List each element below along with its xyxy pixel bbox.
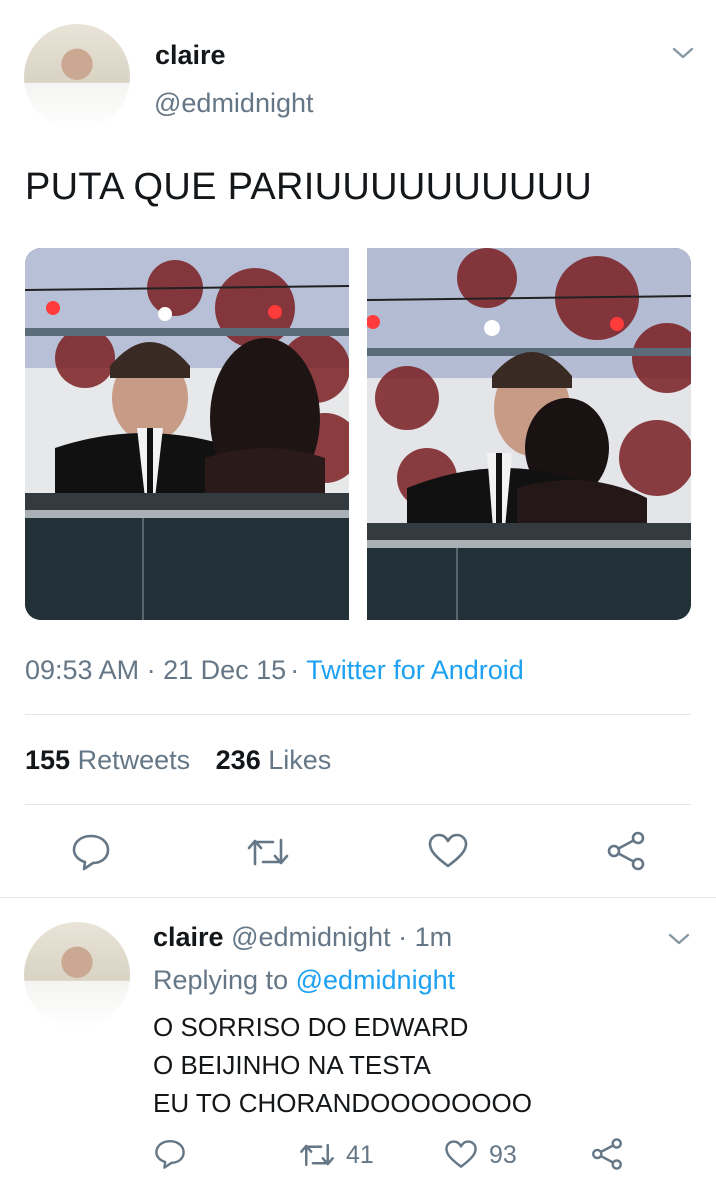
retweets-count: 155 (25, 745, 71, 775)
retweets-label: Retweets (77, 745, 191, 775)
author-handle[interactable]: @edmidnight (154, 88, 314, 119)
replying-to-handle[interactable]: @edmidnight (296, 965, 456, 995)
share-icon[interactable] (605, 830, 647, 872)
replying-to-label: Replying to (153, 965, 289, 995)
tweet-text: PUTA QUE PARIUUUUUUUUUU (25, 166, 593, 208)
reply-author-name[interactable]: claire (153, 922, 224, 952)
reply-text-line: O SORRISO DO EDWARD (153, 1012, 469, 1042)
tweet-date: 21 Dec 15 (163, 655, 287, 685)
separator-dot: · (290, 655, 300, 685)
tweet-time: 09:53 AM (25, 655, 140, 685)
tweet-stats: 155 Retweets 236 Likes (25, 745, 331, 776)
chevron-down-icon[interactable] (670, 44, 696, 62)
tweet-photo-1[interactable] (25, 248, 349, 620)
reply-like-count: 93 (489, 1141, 517, 1169)
likes-stat[interactable]: 236 Likes (216, 745, 332, 775)
reply-text: O SORRISO DO EDWARD O BEIJINHO NA TESTA … (153, 1008, 532, 1122)
divider (0, 897, 716, 898)
heart-icon[interactable] (444, 1139, 478, 1170)
likes-count: 236 (215, 745, 261, 775)
replying-to: Replying to @edmidnight (153, 965, 455, 996)
reply-header: claire @edmidnight · 1m (153, 922, 452, 953)
divider (25, 714, 691, 715)
tweet-photo-2[interactable] (367, 248, 691, 620)
avatar[interactable] (24, 922, 130, 1028)
retweet-icon[interactable] (245, 834, 291, 870)
tweet-timestamp: 09:53 AM · 21 Dec 15 · Twitter for Androi… (25, 655, 524, 686)
separator-dot: · (146, 655, 156, 685)
divider (25, 804, 691, 805)
separator-dot: · (398, 922, 408, 952)
author-name[interactable]: claire (155, 40, 226, 71)
reply-text-line: O BEIJINHO NA TESTA (153, 1050, 431, 1080)
heart-icon[interactable] (427, 832, 469, 870)
reply-author-handle[interactable]: @edmidnight (231, 922, 391, 952)
tweet-source-link[interactable]: Twitter for Android (306, 655, 524, 685)
reply-icon[interactable] (70, 832, 112, 872)
retweets-stat[interactable]: 155 Retweets (25, 745, 198, 775)
reply-icon[interactable] (153, 1138, 187, 1170)
chevron-down-icon[interactable] (666, 930, 692, 948)
retweet-icon[interactable] (298, 1140, 336, 1170)
likes-label: Likes (268, 745, 332, 775)
share-icon[interactable] (590, 1137, 624, 1171)
reply-retweet-count: 41 (346, 1141, 374, 1169)
reply-time: 1m (414, 922, 453, 952)
avatar[interactable] (24, 24, 130, 130)
reply-text-line: EU TO CHORANDOOOOOOOO (153, 1088, 532, 1118)
